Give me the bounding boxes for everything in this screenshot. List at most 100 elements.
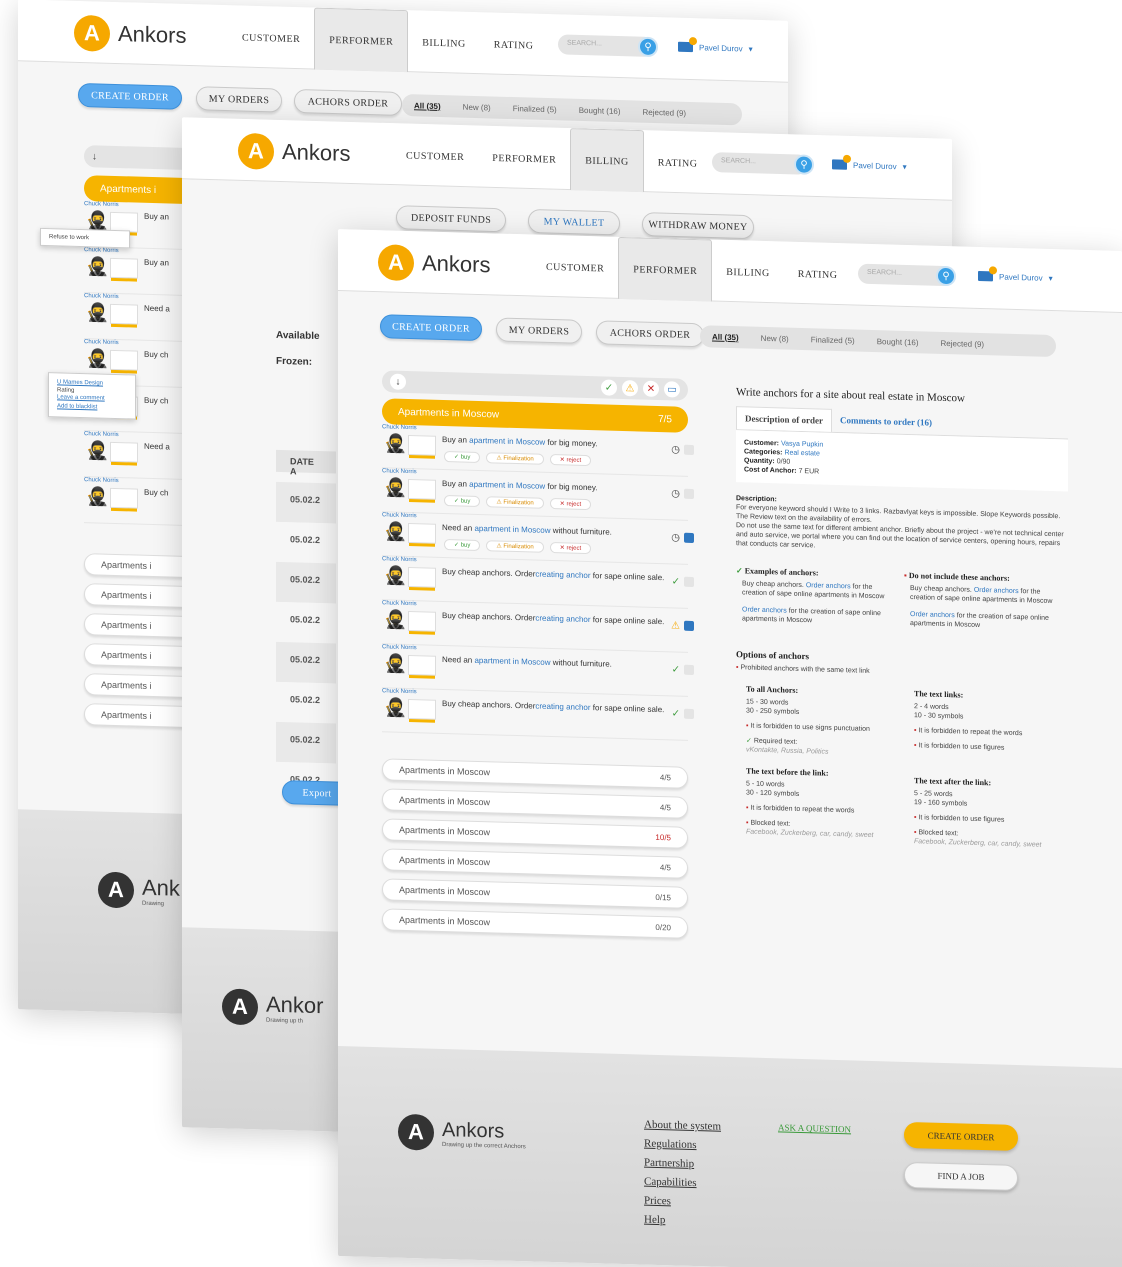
tab-rating[interactable]: RATING xyxy=(480,12,548,76)
blacklist-link[interactable]: Add to blacklist xyxy=(57,402,127,413)
logo[interactable]: A Ankors xyxy=(238,132,350,172)
filter-all[interactable]: All (35) xyxy=(414,101,441,111)
footer-link[interactable]: Capabilities xyxy=(644,1176,721,1190)
buy-button[interactable]: ✓ buy xyxy=(444,539,481,552)
comment-icon[interactable] xyxy=(684,576,694,587)
filter-new[interactable]: New (8) xyxy=(761,333,789,343)
footer-link[interactable]: Prices xyxy=(644,1195,721,1209)
sort-icon[interactable]: ↓ xyxy=(92,151,97,162)
tab-comments[interactable]: Comments to order (16) xyxy=(832,409,940,435)
reject-button[interactable]: ✕ reject xyxy=(549,541,592,555)
close-icon[interactable]: ✕ xyxy=(643,380,659,398)
date-column-header[interactable]: DATE A xyxy=(276,449,336,476)
my-wallet-button[interactable]: MY WALLET xyxy=(528,208,620,236)
order-link[interactable]: apartment in Moscow xyxy=(469,480,545,491)
order-link[interactable]: creating anchor xyxy=(535,570,590,581)
comment-icon[interactable] xyxy=(684,488,694,499)
filter-bought[interactable]: Bought (16) xyxy=(877,337,919,347)
buy-button[interactable]: ✓ buy xyxy=(444,495,481,508)
tab-description[interactable]: Description of order xyxy=(736,406,832,432)
comment-icon[interactable] xyxy=(684,708,694,719)
excluded-link[interactable]: Order anchors xyxy=(910,611,955,619)
my-orders-button[interactable]: MY ORDERS xyxy=(196,86,282,113)
author-link[interactable]: Chuck Norris xyxy=(382,424,417,431)
filter-all[interactable]: All (35) xyxy=(712,332,739,342)
tab-performer[interactable]: PERFORMER xyxy=(314,7,409,73)
warning-icon[interactable]: ⚠ xyxy=(622,379,638,397)
customer-link[interactable]: Vasya Pupkin xyxy=(781,440,823,448)
tab-rating[interactable]: RATING xyxy=(784,242,852,306)
category-row[interactable]: Apartments in Moscow 4/5 xyxy=(382,788,688,819)
refuse-link[interactable]: Refuse to work xyxy=(49,234,89,241)
comment-icon[interactable]: ▭ xyxy=(664,381,680,398)
search-icon[interactable]: ⚲ xyxy=(638,36,658,58)
footer-logo[interactable]: A Ankors Drawing up the correct Anchors xyxy=(398,1113,526,1154)
footer-create-order-button[interactable]: CREATE ORDER xyxy=(904,1121,1018,1152)
tab-billing[interactable]: BILLING xyxy=(408,10,480,74)
ask-question-link[interactable]: ASK A QUESTION xyxy=(778,1122,851,1134)
footer-logo[interactable]: A Ankor Drawing up th xyxy=(222,988,323,1027)
find-job-button[interactable]: FIND A JOB xyxy=(904,1161,1018,1192)
filter-finalized[interactable]: Finalized (5) xyxy=(811,335,855,345)
finalization-button[interactable]: ⚠ Finalization xyxy=(486,496,544,509)
author-link[interactable]: Chuck Norris xyxy=(382,688,417,695)
order-link[interactable]: apartment in Moscow xyxy=(469,436,545,447)
author-link[interactable]: Chuck Norris xyxy=(84,431,119,438)
footer-link[interactable]: Regulations xyxy=(644,1138,721,1152)
anchors-order-button[interactable]: ACHORS ORDER xyxy=(596,320,704,348)
author-link[interactable]: Chuck Norris xyxy=(84,201,119,208)
anchors-order-button[interactable]: ACHORS ORDER xyxy=(294,88,402,116)
author-link[interactable]: Chuck Norris xyxy=(382,600,417,607)
filter-new[interactable]: New (8) xyxy=(463,102,491,112)
category-link[interactable]: Real estate xyxy=(784,450,819,458)
author-link[interactable]: Chuck Norris xyxy=(84,477,119,484)
order-link[interactable]: apartment in Moscow xyxy=(474,524,550,535)
search-icon[interactable]: ⚲ xyxy=(936,265,956,287)
author-link[interactable]: Chuck Norris xyxy=(84,339,119,346)
filter-finalized[interactable]: Finalized (5) xyxy=(513,104,557,114)
filter-bought[interactable]: Bought (16) xyxy=(579,105,621,115)
author-link[interactable]: Chuck Norris xyxy=(84,247,119,254)
user-menu[interactable]: Pavel Durov ▾ xyxy=(678,41,753,54)
filter-rejected[interactable]: Rejected (9) xyxy=(643,107,687,117)
tab-performer[interactable]: PERFORMER xyxy=(478,126,570,191)
category-row[interactable]: Apartments in Moscow 4/5 xyxy=(382,848,688,879)
finalization-button[interactable]: ⚠ Finalization xyxy=(486,540,544,553)
order-row[interactable]: Chuck Norris 🥷 Buy cheap anchors. Ordercre… xyxy=(382,688,694,741)
logo[interactable]: A Ankors xyxy=(74,14,186,54)
tab-billing[interactable]: BILLING xyxy=(570,128,644,193)
order-link[interactable]: creating anchor xyxy=(535,702,590,713)
tab-customer[interactable]: CUSTOMER xyxy=(392,123,478,187)
create-order-button[interactable]: CREATE ORDER xyxy=(78,82,182,110)
tab-billing[interactable]: BILLING xyxy=(712,240,784,304)
check-icon[interactable]: ✓ xyxy=(601,379,617,396)
reject-button[interactable]: ✕ reject xyxy=(549,497,592,511)
finalization-button[interactable]: ⚠ Finalization xyxy=(486,452,544,465)
withdraw-money-button[interactable]: WITHDRAW MONEY xyxy=(642,212,754,240)
tab-rating[interactable]: RATING xyxy=(644,130,712,194)
author-link[interactable]: Chuck Norris xyxy=(382,512,417,519)
footer-logo[interactable]: A Ank Drawing xyxy=(98,871,180,909)
search-icon[interactable]: ⚲ xyxy=(794,154,814,175)
my-orders-button[interactable]: MY ORDERS xyxy=(496,317,582,344)
comment-icon[interactable] xyxy=(684,664,694,675)
deposit-funds-button[interactable]: DEPOSIT FUNDS xyxy=(396,205,506,233)
order-link[interactable]: creating anchor xyxy=(535,614,590,625)
comment-icon[interactable] xyxy=(684,532,694,543)
sort-icon[interactable]: ↓ xyxy=(390,373,406,390)
footer-link[interactable]: Help xyxy=(644,1214,721,1228)
footer-link[interactable]: About the system xyxy=(644,1119,721,1133)
author-link[interactable]: Chuck Norris xyxy=(382,468,417,475)
footer-link[interactable]: Partnership xyxy=(644,1157,721,1171)
create-order-button[interactable]: CREATE ORDER xyxy=(380,314,482,342)
logo[interactable]: A Ankors xyxy=(378,244,490,283)
category-row[interactable]: Apartments in Moscow 4/5 xyxy=(382,758,688,789)
reject-button[interactable]: ✕ reject xyxy=(549,453,592,467)
user-menu[interactable]: Pavel Durov ▾ xyxy=(832,159,907,171)
author-link[interactable]: Chuck Norris xyxy=(84,293,119,300)
user-menu[interactable]: Pavel Durov ▾ xyxy=(978,270,1053,283)
category-row[interactable]: Apartments in Moscow 10/5 xyxy=(382,818,688,849)
example-link[interactable]: Order anchors xyxy=(806,582,851,590)
buy-button[interactable]: ✓ buy xyxy=(444,451,481,464)
comment-icon[interactable] xyxy=(684,620,694,631)
